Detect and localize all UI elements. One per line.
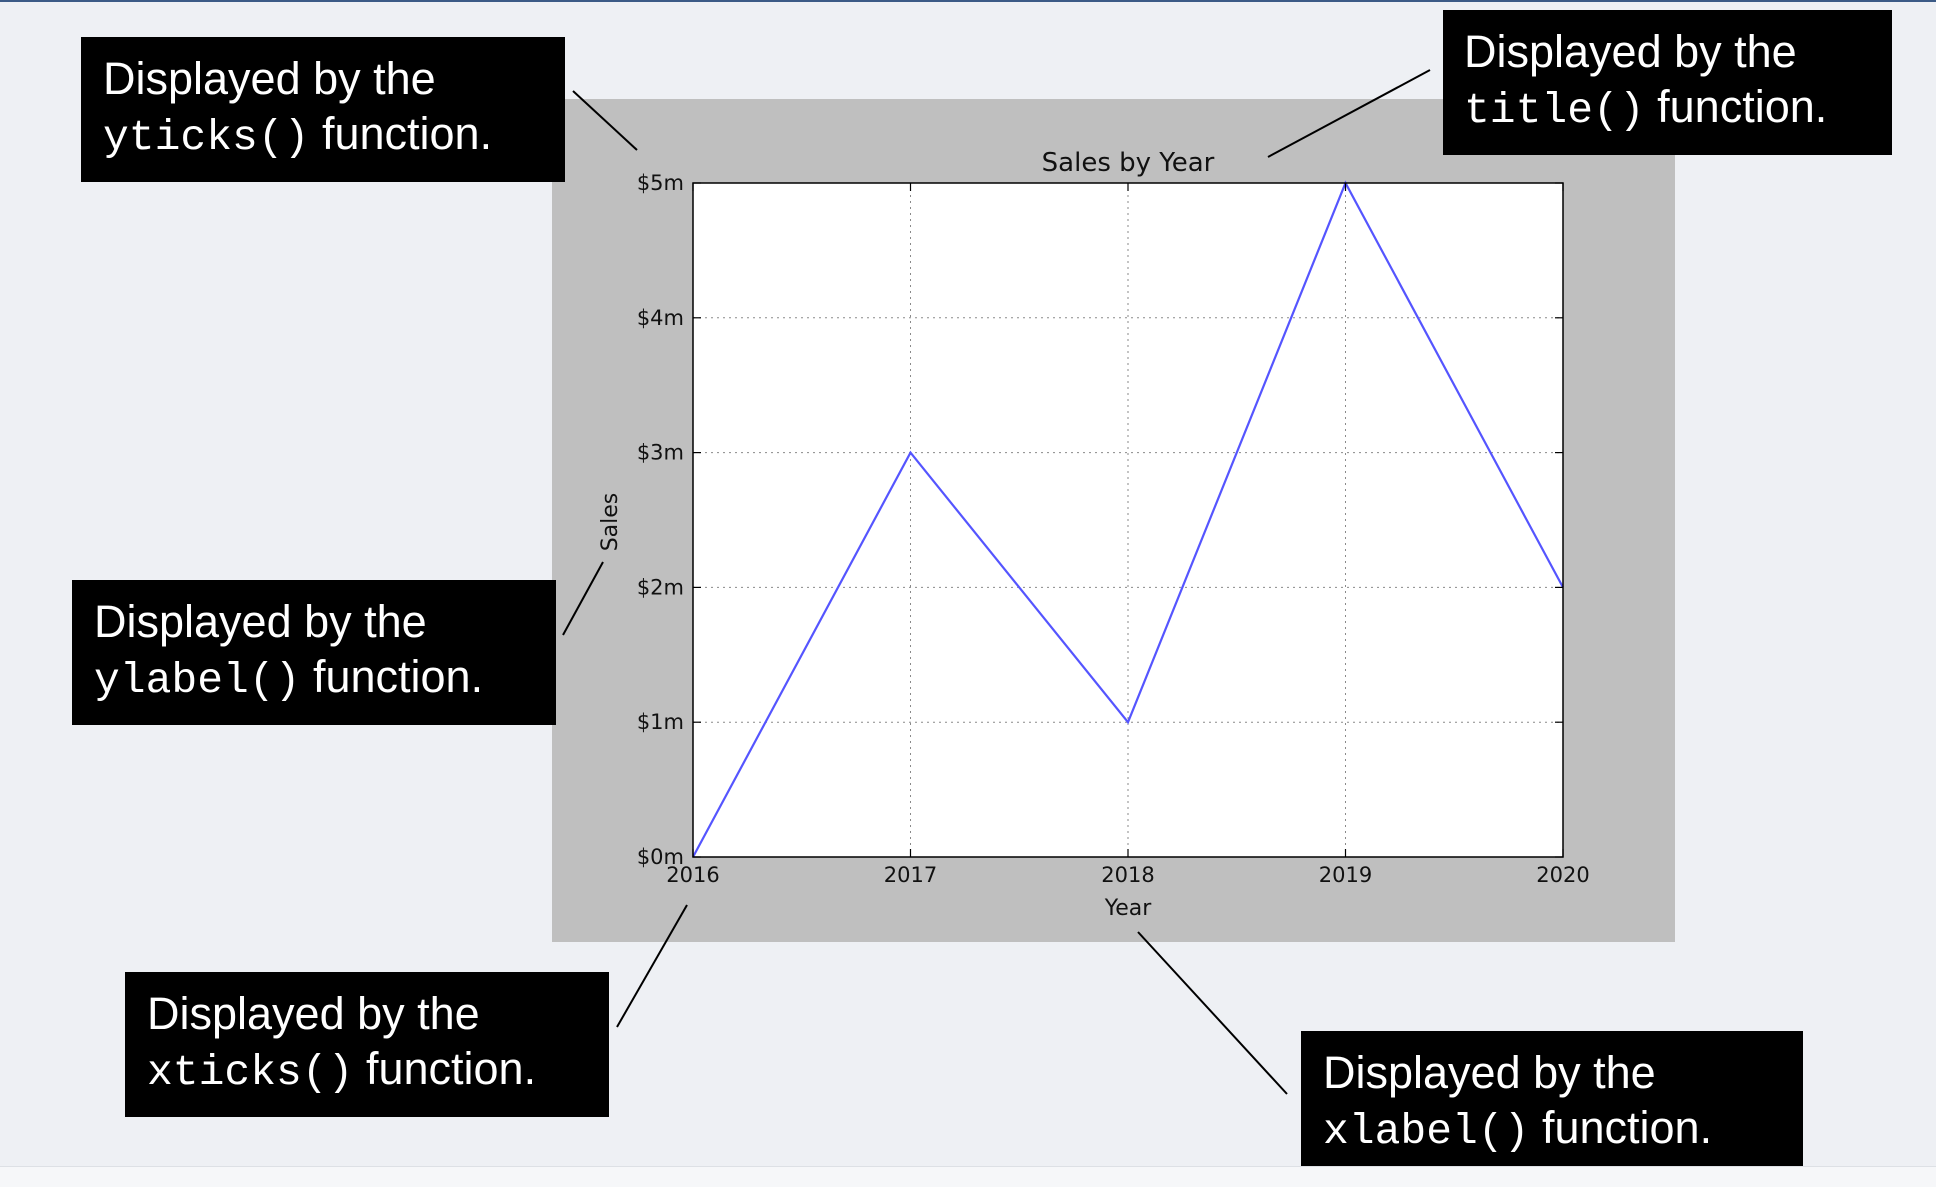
y-tick-label: $5m [637,171,684,195]
bottom-band [0,1166,1936,1187]
callout-ylabel-line1: Displayed by the [94,596,427,647]
y-tick-label: $4m [637,306,684,330]
callout-xticks-code: xticks() [147,1048,354,1097]
callout-xlabel-line1: Displayed by the [1323,1047,1656,1098]
y-tick-label: $2m [637,575,684,599]
y-tick-label: $3m [637,441,684,465]
callout-yticks-line1: Displayed by the [103,53,436,104]
pointer-line-xlabel [1137,931,1288,1095]
callout-title-line1: Displayed by the [1464,26,1797,77]
x-tick-label: 2018 [1101,863,1154,887]
callout-xticks: Displayed by the xticks() function. [125,972,609,1117]
callout-ylabel-code: ylabel() [94,656,301,705]
callout-xticks-tail: function. [365,1043,537,1094]
x-tick-label: 2020 [1536,863,1589,887]
callout-title: Displayed by the title() function. [1443,10,1892,155]
slide-canvas: $0m $1m $2m $3m $4m $5m 2016 2017 2018 2019 2020 … [0,0,1936,1187]
callout-ylabel: Displayed by the ylabel() function. [72,580,556,725]
callout-yticks: Displayed by the yticks() function. [81,37,565,182]
x-tick-label: 2017 [884,863,937,887]
callout-yticks-code: yticks() [103,113,310,162]
y-axis-label: Sales [598,493,623,552]
x-tick-labels: 2016 2017 2018 2019 2020 [666,863,1589,887]
callout-xlabel: Displayed by the xlabel() function. [1301,1031,1803,1176]
callout-xticks-line1: Displayed by the [147,988,480,1039]
pointer-line-xticks [616,904,688,1028]
x-tick-label: 2019 [1319,863,1372,887]
pointer-line-ylabel [562,561,604,636]
x-axis-label: Year [1104,896,1153,921]
callout-xlabel-tail: function. [1541,1102,1713,1153]
callout-title-code: title() [1464,86,1645,135]
chart-title: Sales by Year [1042,148,1215,178]
pointer-line-yticks [572,90,638,151]
y-tick-label: $1m [637,710,684,734]
callout-yticks-tail: function. [321,108,493,159]
callout-xlabel-code: xlabel() [1323,1107,1530,1156]
pointer-line-title [1267,69,1431,158]
callout-title-tail: function. [1657,81,1828,132]
y-tick-labels: $0m$1m$2m$3m$4m$5m [637,171,684,869]
x-tick-label: 2016 [666,863,719,887]
callout-ylabel-tail: function. [312,651,484,702]
